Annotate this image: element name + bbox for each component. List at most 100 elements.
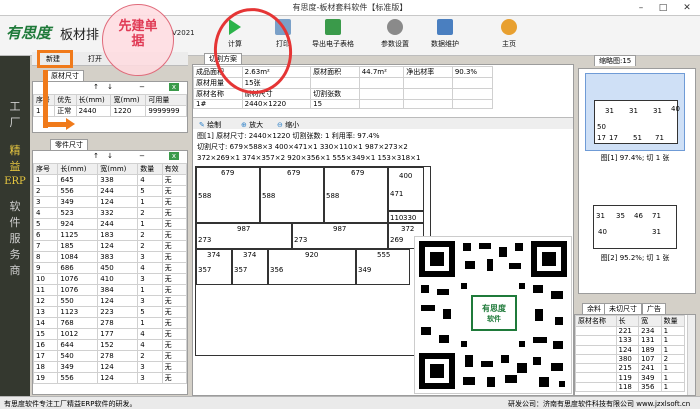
cell[interactable]: 119 <box>615 372 640 383</box>
cell[interactable]: 10 <box>33 273 59 285</box>
thumbnail-1[interactable]: 31 31 31 40 50 17 17 51 71 <box>585 73 685 151</box>
table-row[interactable]: 124 189 1 <box>575 344 686 355</box>
cell[interactable]: 5 <box>33 218 59 230</box>
cell[interactable]: 7 <box>33 240 59 252</box>
cell[interactable]: 1 <box>660 372 686 383</box>
table-row[interactable]: 8 1084 383 3 无 <box>33 251 187 263</box>
cell[interactable] <box>575 325 617 337</box>
cell[interactable] <box>575 381 617 393</box>
table-row[interactable]: 12 550 124 3 无 <box>33 295 187 307</box>
table-row[interactable]: 133 131 1 <box>575 335 686 346</box>
table-row[interactable]: 4 523 332 2 无 <box>33 207 187 219</box>
table-row[interactable]: 1 正常 2440 1220 9999999 <box>32 105 187 117</box>
cell[interactable]: 无 <box>161 295 187 307</box>
cell[interactable]: 924 <box>57 218 99 230</box>
cell[interactable]: 13 <box>33 306 59 318</box>
cell[interactable]: 无 <box>161 196 187 208</box>
cell[interactable]: 124 <box>97 196 139 208</box>
cell[interactable]: 无 <box>161 262 187 274</box>
cell[interactable]: 无 <box>161 339 187 351</box>
cell[interactable]: 2 <box>137 240 163 252</box>
tab-uncut[interactable]: 未切尺寸 <box>604 303 642 314</box>
cell[interactable]: 9999999 <box>145 105 187 117</box>
cell[interactable]: 16 <box>33 339 59 351</box>
cell[interactable]: 124 <box>97 361 139 373</box>
cell[interactable]: 550 <box>57 295 99 307</box>
cell[interactable]: 1 <box>660 363 686 374</box>
move-down-icon[interactable]: ↓ <box>105 152 115 160</box>
table-row[interactable]: 6 1125 183 2 无 <box>33 229 187 241</box>
cell[interactable]: 无 <box>161 361 187 373</box>
tab-remainder[interactable]: 余料 <box>582 303 606 314</box>
cell[interactable]: 2440 <box>75 105 112 117</box>
cell[interactable]: 1 <box>660 344 686 355</box>
cell[interactable]: 无 <box>161 185 187 197</box>
cell[interactable]: 1 <box>660 335 686 346</box>
cell[interactable]: 1 <box>137 284 163 296</box>
cell[interactable]: 234 <box>638 325 662 337</box>
export-button[interactable]: 导出电子表格 <box>308 19 358 49</box>
table-row[interactable]: 215 241 1 <box>575 363 686 374</box>
cell[interactable]: 1 <box>137 317 163 329</box>
cell[interactable]: 2 <box>137 350 163 362</box>
cell[interactable]: 556 <box>57 185 99 197</box>
cell[interactable]: 380 <box>615 353 640 365</box>
cell[interactable]: 349 <box>57 361 99 373</box>
cell[interactable]: 18 <box>33 361 59 373</box>
cell[interactable]: 无 <box>161 251 187 263</box>
cell[interactable]: 1084 <box>57 251 99 263</box>
cell[interactable]: 无 <box>161 174 187 186</box>
cell[interactable]: 221 <box>615 325 640 337</box>
cell[interactable]: 17 <box>33 350 59 362</box>
cell[interactable]: 523 <box>57 207 99 219</box>
cell[interactable]: 244 <box>97 218 139 230</box>
cell[interactable]: 14 <box>33 317 59 329</box>
cell[interactable]: 1 <box>660 381 686 393</box>
cell[interactable]: 244 <box>97 185 139 197</box>
cell[interactable]: 3 <box>137 251 163 263</box>
cell[interactable]: 645 <box>57 174 99 186</box>
excel-icon[interactable]: x <box>169 83 179 91</box>
cell[interactable]: 278 <box>97 317 139 329</box>
table-row[interactable]: 16 644 152 4 无 <box>33 339 187 351</box>
table-row[interactable]: 19 556 124 3 无 <box>33 372 187 384</box>
cell[interactable]: 278 <box>97 350 139 362</box>
move-up-icon[interactable]: ↑ <box>91 152 101 160</box>
table-row[interactable]: 1 645 338 4 无 <box>33 174 187 186</box>
cell[interactable]: 2 <box>660 353 686 365</box>
table-row[interactable]: 119 349 1 <box>575 372 686 383</box>
cell[interactable]: 410 <box>97 273 139 285</box>
cell[interactable]: 9 <box>33 262 59 274</box>
table-row[interactable]: 15 1012 177 4 无 <box>33 328 187 340</box>
cell[interactable]: 338 <box>97 174 139 186</box>
cell[interactable]: 540 <box>57 350 99 362</box>
cell[interactable]: 383 <box>97 251 139 263</box>
cell[interactable]: 450 <box>97 262 139 274</box>
cell[interactable]: 1076 <box>57 284 99 296</box>
cell[interactable]: 5 <box>137 185 163 197</box>
table-row[interactable]: 14 768 278 1 无 <box>33 317 187 329</box>
cell[interactable] <box>575 372 617 383</box>
cell[interactable]: 8 <box>33 251 59 263</box>
cell[interactable]: 107 <box>638 353 662 365</box>
maximize-icon[interactable]: □ <box>652 0 674 16</box>
cell[interactable]: 131 <box>638 335 662 346</box>
cell[interactable]: 349 <box>638 372 662 383</box>
tab-board-size[interactable]: 原材尺寸 <box>46 70 84 81</box>
cell[interactable]: 223 <box>97 306 139 318</box>
zoom-out-button[interactable]: ⊖ 缩小 <box>277 120 299 130</box>
cell[interactable]: 384 <box>97 284 139 296</box>
cell[interactable]: 15 <box>33 328 59 340</box>
cell[interactable]: 无 <box>161 284 187 296</box>
cell[interactable]: 1123 <box>57 306 99 318</box>
cell[interactable]: 1 <box>137 196 163 208</box>
cell[interactable]: 3 <box>137 361 163 373</box>
cell[interactable]: 无 <box>161 350 187 362</box>
table-row[interactable]: 2 556 244 5 无 <box>33 185 187 197</box>
cell[interactable]: 356 <box>638 381 662 393</box>
cell[interactable]: 3 <box>137 295 163 307</box>
cell[interactable]: 686 <box>57 262 99 274</box>
cell[interactable]: 正常 <box>54 105 77 117</box>
table-row[interactable]: 17 540 278 2 无 <box>33 350 187 362</box>
cell[interactable]: 无 <box>161 218 187 230</box>
